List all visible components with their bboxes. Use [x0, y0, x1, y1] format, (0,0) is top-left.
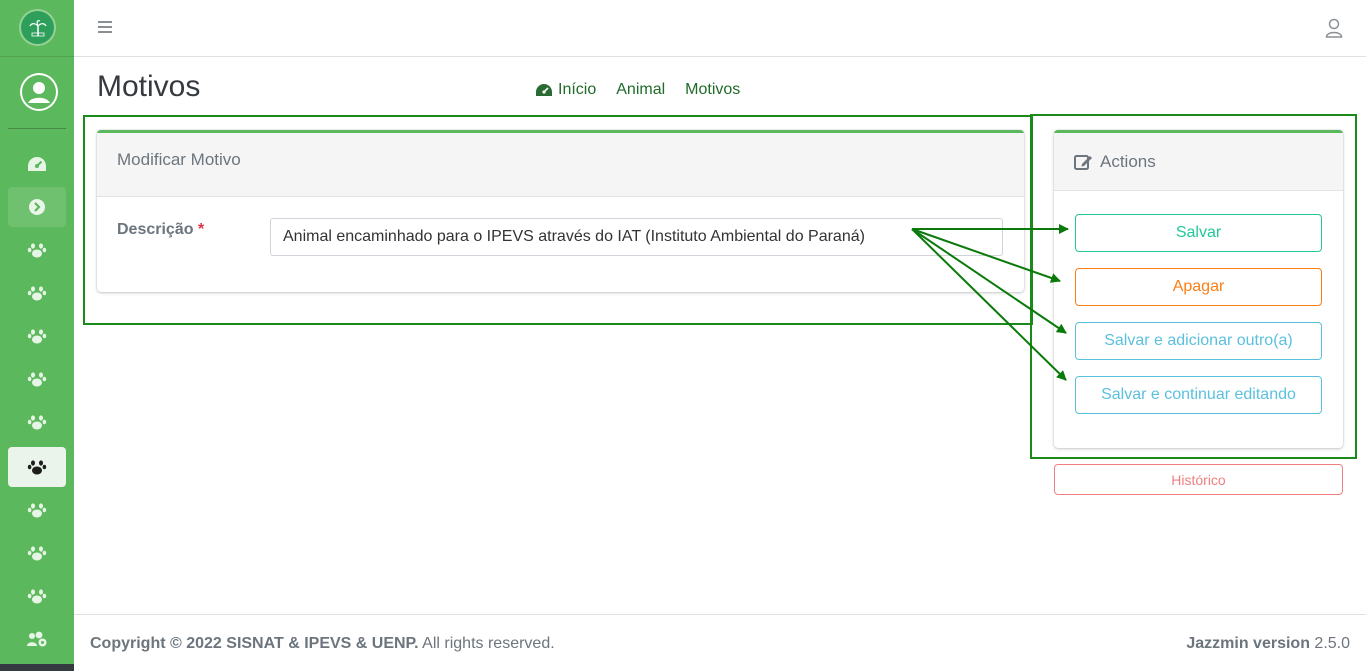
- actions-card: Actions Salvar Apagar Salvar e adicionar…: [1054, 130, 1343, 448]
- form-card: Modificar Motivo Descrição * Animal enca…: [97, 130, 1024, 292]
- sidebar: [0, 0, 74, 671]
- description-label-text: Descrição: [117, 221, 194, 238]
- copyright-text: Copyright © 2022 SISNAT & IPEVS & UENP.: [90, 635, 419, 652]
- topbar: [74, 0, 1366, 57]
- rights-text: All rights reserved.: [418, 635, 555, 652]
- user-circle-icon[interactable]: [20, 73, 58, 111]
- page-title: Motivos: [97, 70, 201, 103]
- paw-icon: [27, 458, 47, 476]
- sidebar-item-11[interactable]: [8, 576, 66, 616]
- breadcrumb-animal[interactable]: Animal: [616, 81, 665, 99]
- sidebar-bottom-bar: [0, 664, 74, 671]
- actions-title: Actions: [1100, 151, 1156, 171]
- breadcrumb-home-label: Início: [558, 81, 597, 98]
- paw-icon: [27, 370, 47, 388]
- paw-icon: [27, 241, 47, 259]
- save-button[interactable]: Salvar: [1075, 214, 1322, 252]
- sidebar-item-1[interactable]: [8, 144, 66, 184]
- paw-icon: [27, 327, 47, 345]
- dashboard-icon: [26, 155, 48, 173]
- save-and-add-another-button[interactable]: Salvar e adicionar outro(a): [1075, 322, 1322, 360]
- edit-icon: [1074, 154, 1092, 170]
- dashboard-icon: [536, 83, 552, 96]
- user-divider: [8, 128, 66, 129]
- form-card-title: Modificar Motivo: [97, 133, 1024, 197]
- description-input[interactable]: Animal encaminhado para o IPEVS através …: [270, 218, 1003, 256]
- breadcrumb: Início Animal Motivos: [535, 81, 760, 99]
- paw-icon: [27, 413, 47, 431]
- chevron-circle-right-icon: [28, 198, 46, 216]
- palm-tree-logo-icon[interactable]: [21, 11, 54, 44]
- paw-icon: [27, 544, 47, 562]
- footer: Copyright © 2022 SISNAT & IPEVS & UENP. …: [74, 614, 1366, 671]
- save-and-continue-button[interactable]: Salvar e continuar editando: [1075, 376, 1322, 414]
- sidebar-item-4[interactable]: [8, 273, 66, 313]
- paw-icon: [27, 501, 47, 519]
- version-label: Jazzmin version: [1186, 635, 1310, 652]
- logo-divider: [0, 56, 74, 57]
- user-outline-icon[interactable]: [1325, 18, 1343, 38]
- sidebar-item-12[interactable]: [8, 619, 66, 659]
- required-mark: *: [197, 221, 205, 238]
- paw-icon: [27, 587, 47, 605]
- hamburger-icon[interactable]: [97, 19, 113, 35]
- history-button[interactable]: Histórico: [1054, 464, 1343, 495]
- description-label: Descrição *: [117, 221, 204, 239]
- footer-copyright: Copyright © 2022 SISNAT & IPEVS & UENP. …: [90, 635, 555, 653]
- sidebar-item-7[interactable]: [8, 402, 66, 442]
- version-number: 2.5.0: [1309, 635, 1350, 652]
- sidebar-item-9[interactable]: [8, 490, 66, 530]
- sidebar-item-6[interactable]: [8, 359, 66, 399]
- sidebar-item-3[interactable]: [8, 230, 66, 270]
- sidebar-item-5[interactable]: [8, 316, 66, 356]
- breadcrumb-home[interactable]: Início: [535, 81, 596, 99]
- paw-icon: [27, 284, 47, 302]
- delete-button[interactable]: Apagar: [1075, 268, 1322, 306]
- users-cog-icon: [26, 630, 48, 648]
- sidebar-item-10[interactable]: [8, 533, 66, 573]
- sidebar-item-2[interactable]: [8, 187, 66, 227]
- actions-header: Actions: [1054, 133, 1343, 191]
- footer-version: Jazzmin version 2.5.0: [1186, 635, 1350, 653]
- sidebar-item-8[interactable]: [8, 447, 66, 487]
- breadcrumb-current: Motivos: [685, 81, 741, 98]
